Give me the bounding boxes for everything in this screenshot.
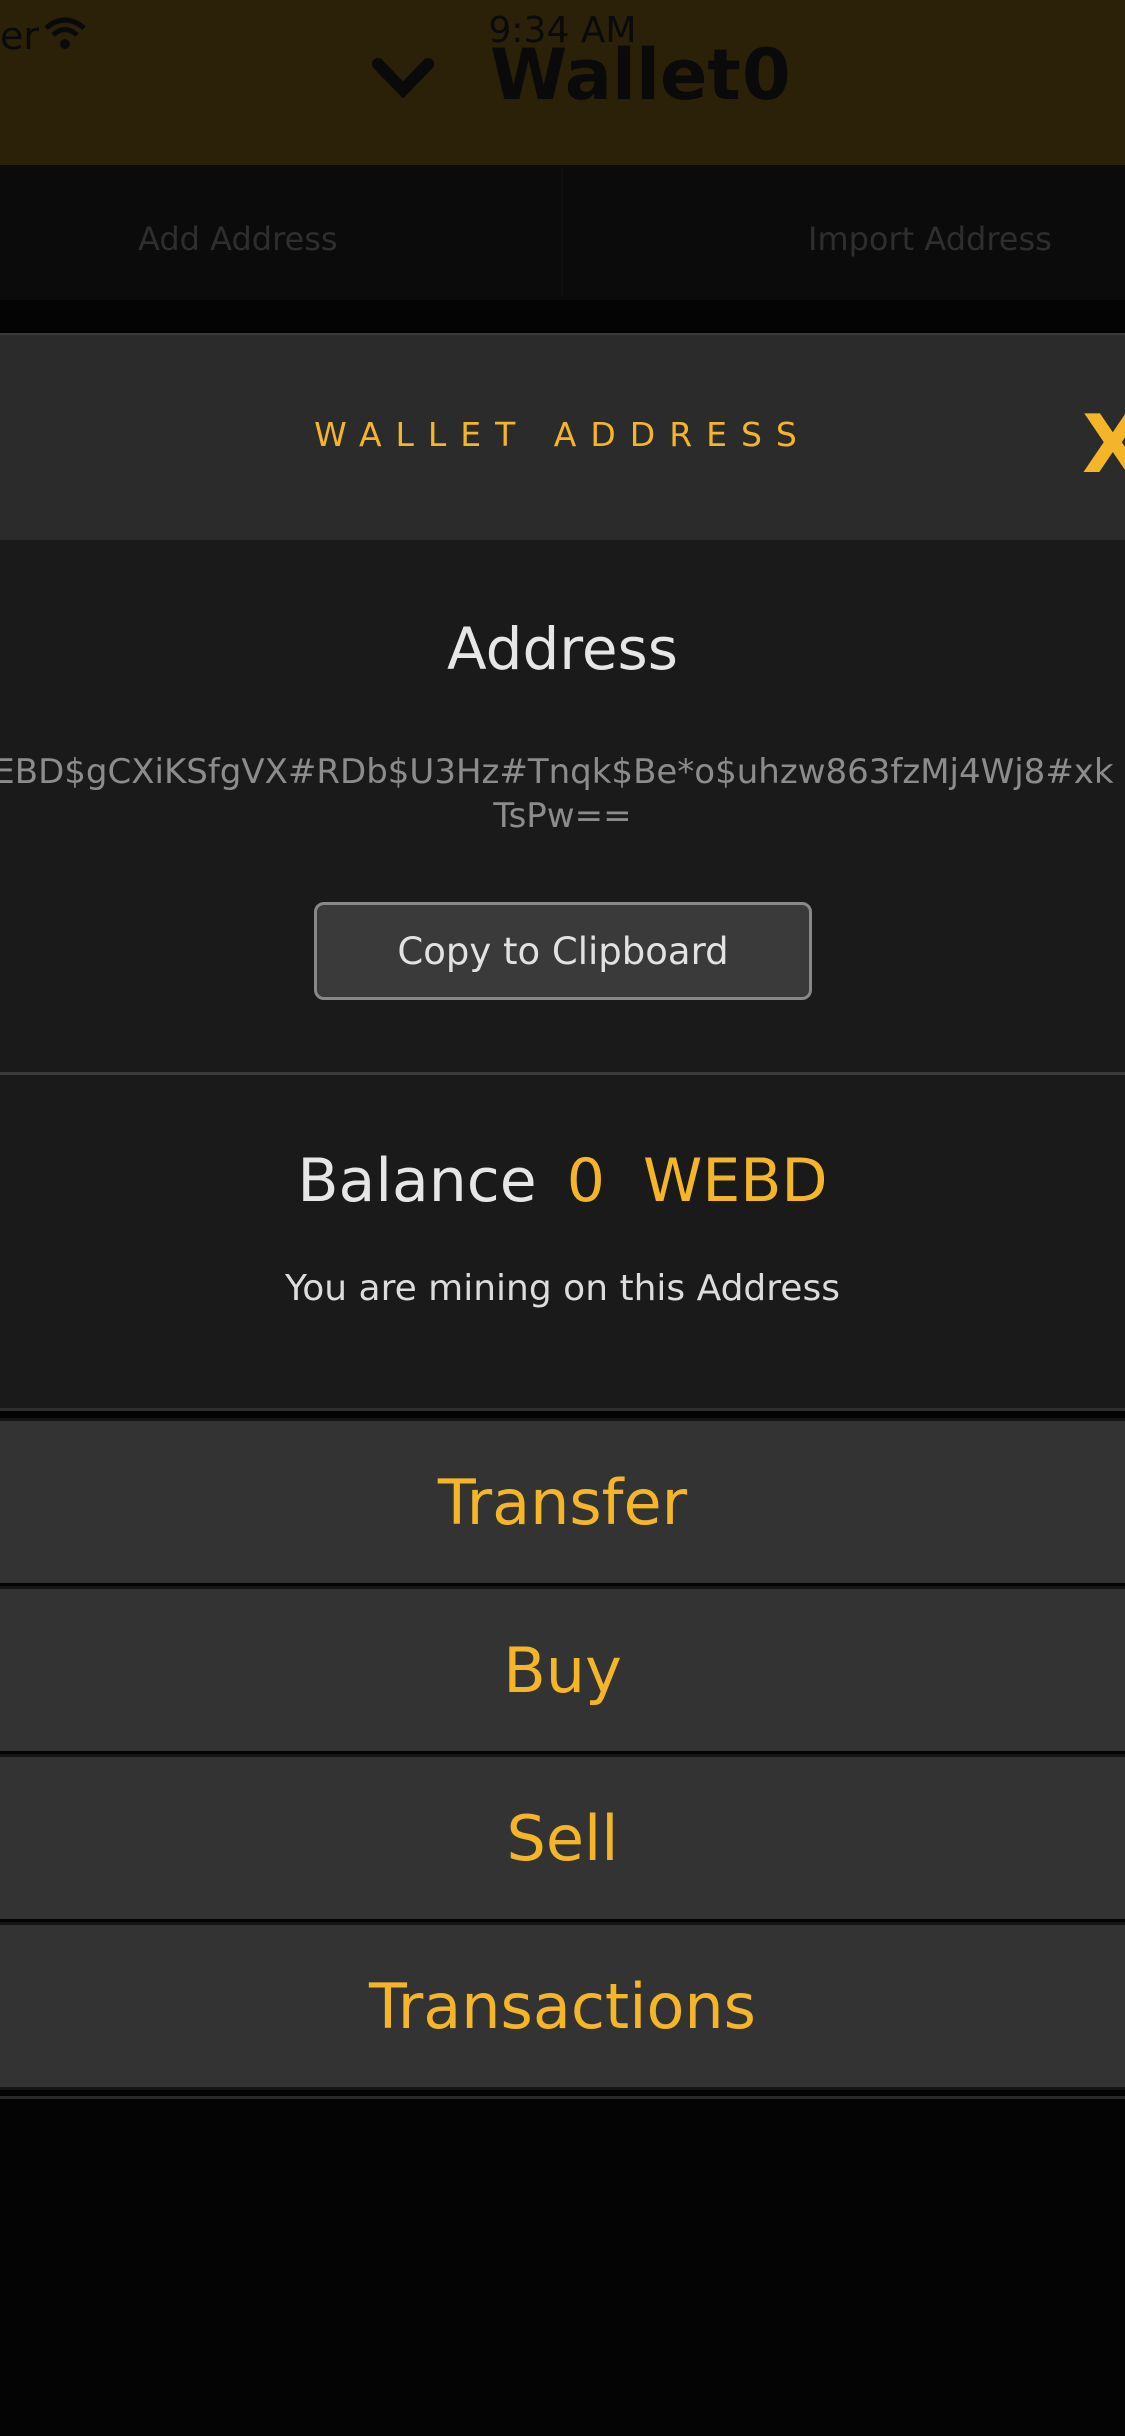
- add-address-button[interactable]: Add Address: [138, 220, 338, 258]
- balance-row: Balance 0 WEBD: [0, 1146, 1125, 1216]
- import-address-button[interactable]: Import Address: [808, 220, 1052, 258]
- bottom-divider: [0, 2096, 1125, 2099]
- modal-title: WALLET ADDRESS: [314, 415, 811, 454]
- address-text-line1: VEBD$gCXiKSfgVX#RDb$U3Hz#Tnqk$Be*o$uhzw8…: [0, 752, 1114, 792]
- copy-to-clipboard-button[interactable]: Copy to Clipboard: [314, 902, 812, 1000]
- transfer-button[interactable]: Transfer: [0, 1418, 1125, 1583]
- balance-label: Balance: [297, 1146, 537, 1216]
- toolbar-divider: [561, 168, 563, 296]
- balance-value: 0 WEBD: [566, 1146, 828, 1216]
- sell-button[interactable]: Sell: [0, 1754, 1125, 1919]
- close-icon[interactable]: X: [1082, 398, 1125, 491]
- address-text-line2: TsPw==: [493, 796, 632, 836]
- address-heading: Address: [447, 615, 678, 683]
- mining-status-text: You are mining on this Address: [285, 1268, 840, 1309]
- page-title: Wallet: [490, 34, 741, 116]
- buy-button[interactable]: Buy: [0, 1586, 1125, 1751]
- balance-section: [0, 1075, 1125, 1411]
- chevron-down-icon[interactable]: [372, 58, 434, 102]
- wallet-count: 0: [742, 34, 791, 116]
- transactions-button[interactable]: Transactions: [0, 1922, 1125, 2090]
